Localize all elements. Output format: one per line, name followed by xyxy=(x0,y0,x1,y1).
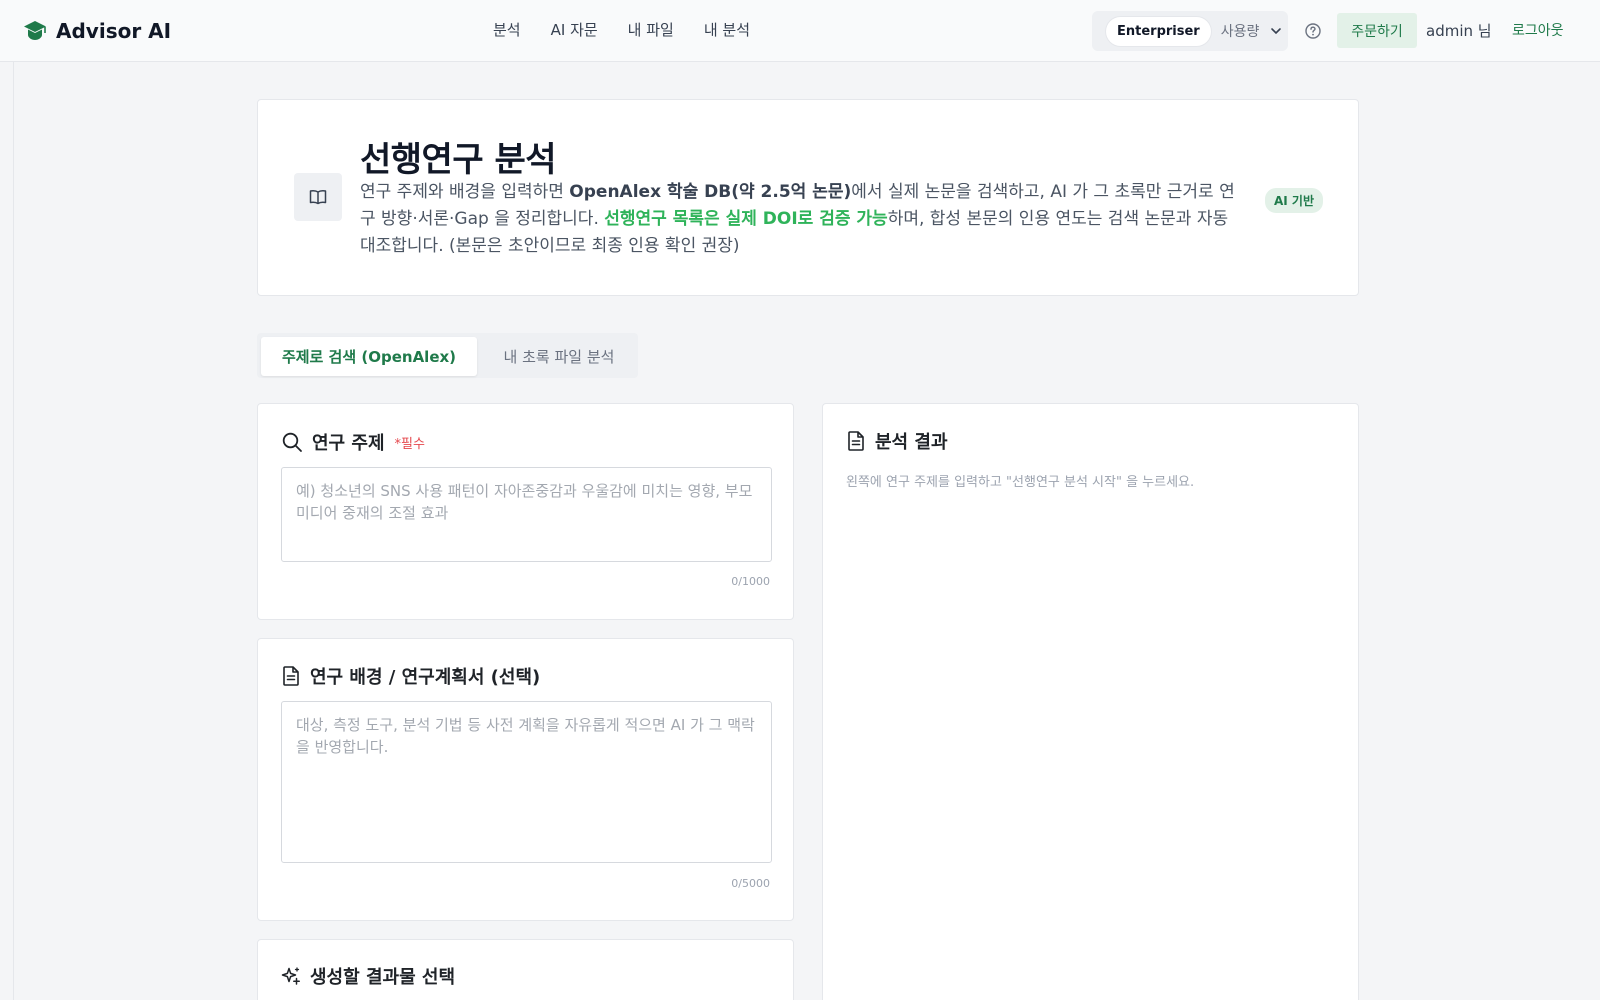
intro-desc-part-1: 연구 주제와 배경을 입력하면 xyxy=(360,182,570,202)
background-header: 연구 배경 / 연구계획서 (선택) xyxy=(281,663,540,689)
nav-my-files[interactable]: 내 파일 xyxy=(628,19,674,40)
topic-card: 연구 주제 *필수 0/1000 xyxy=(257,403,794,620)
background-char-counter: 0/5000 xyxy=(731,877,770,890)
outputs-card: 생성할 결과물 선택 xyxy=(257,939,794,1000)
sparkles-icon xyxy=(281,967,300,985)
ai-badge: AI 기반 xyxy=(1265,188,1324,213)
book-open-icon xyxy=(309,190,327,205)
main-nav: 분석 AI 자문 내 파일 내 분석 xyxy=(493,19,750,40)
result-title: 분석 결과 xyxy=(875,432,948,453)
plan-badge: Enterpriser xyxy=(1106,16,1211,46)
tab-topic-search[interactable]: 주제로 검색 (OpenAlex) xyxy=(261,337,477,376)
chevron-down-icon xyxy=(1271,28,1282,35)
document-icon xyxy=(848,431,864,451)
topic-input[interactable] xyxy=(281,467,772,562)
logout-link[interactable]: 로그아웃 xyxy=(1512,20,1564,40)
topic-header: 연구 주제 *필수 xyxy=(281,429,425,455)
file-text-icon xyxy=(283,666,299,686)
graduation-cap-icon xyxy=(24,21,46,40)
tab-abstract-file[interactable]: 내 초록 파일 분석 xyxy=(489,337,629,376)
background-title: 연구 배경 / 연구계획서 (선택) xyxy=(310,667,541,688)
order-button[interactable]: 주문하기 xyxy=(1337,13,1417,48)
search-icon xyxy=(282,432,302,452)
topic-char-counter: 0/1000 xyxy=(731,575,770,588)
result-header: 분석 결과 xyxy=(846,428,948,454)
background-card: 연구 배경 / 연구계획서 (선택) 0/5000 xyxy=(257,638,794,921)
intro-desc-doi-note: 선행연구 목록은 실제 DOI로 검증 가능 xyxy=(604,209,888,229)
nav-analysis[interactable]: 분석 xyxy=(493,19,521,40)
background-input[interactable] xyxy=(281,701,772,863)
intro-desc-openalex: OpenAlex 학술 DB(약 2.5억 논문) xyxy=(569,182,852,202)
brand-name: Advisor AI xyxy=(56,19,172,43)
topic-title: 연구 주제 xyxy=(312,433,385,454)
intro-description: 연구 주제와 배경을 입력하면 OpenAlex 학술 DB(약 2.5억 논문… xyxy=(360,179,1245,260)
brand[interactable]: Advisor AI xyxy=(22,18,171,44)
outputs-header: 생성할 결과물 선택 xyxy=(281,963,455,989)
result-card: 분석 결과 왼쪽에 연구 주제를 입력하고 "선행연구 분석 시작" 을 누르세… xyxy=(822,403,1359,1000)
user-label: admin 님 xyxy=(1426,22,1492,40)
usage-label: 사용량 xyxy=(1220,24,1260,40)
nav-my-analyses[interactable]: 내 분석 xyxy=(704,19,750,40)
sidebar-divider xyxy=(13,62,14,1000)
top-header: Advisor AI 분석 AI 자문 내 파일 내 분석 Enterprise… xyxy=(0,0,1600,62)
help-icon[interactable] xyxy=(1304,22,1322,40)
intro-card: 선행연구 분석 연구 주제와 배경을 입력하면 OpenAlex 학술 DB(약… xyxy=(257,99,1359,296)
mode-tabs: 주제로 검색 (OpenAlex) 내 초록 파일 분석 xyxy=(257,333,638,378)
required-mark: *필수 xyxy=(394,436,425,452)
plan-usage-dropdown[interactable]: Enterpriser 사용량 xyxy=(1092,11,1288,51)
intro-icon-box xyxy=(294,173,342,221)
result-placeholder: 왼쪽에 연구 주제를 입력하고 "선행연구 분석 시작" 을 누르세요. xyxy=(846,475,1195,490)
nav-ai-advice[interactable]: AI 자문 xyxy=(551,19,598,40)
outputs-title: 생성할 결과물 선택 xyxy=(310,967,456,988)
page-title: 선행연구 분석 xyxy=(360,140,557,180)
